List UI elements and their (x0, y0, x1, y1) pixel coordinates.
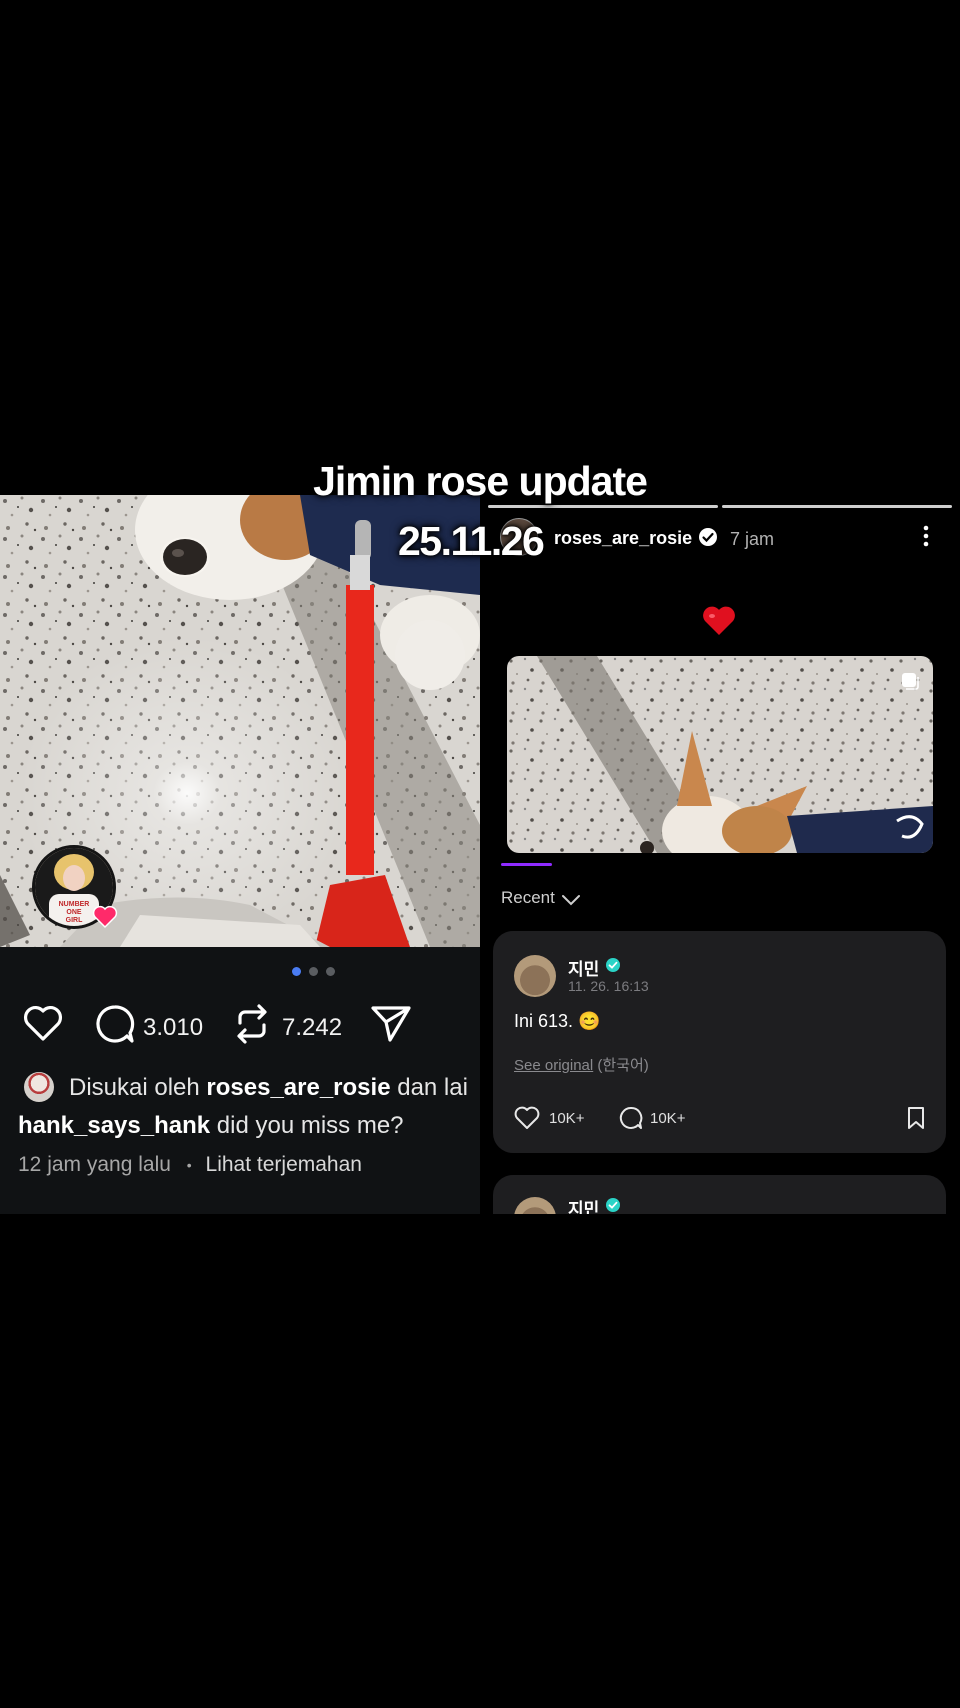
comment-author[interactable]: 지민 (568, 1195, 599, 1214)
post-action-row: 3.010 7.242 (0, 1003, 480, 1053)
see-original-label[interactable]: See original (514, 1057, 593, 1074)
svg-text:ONE: ONE (66, 909, 82, 916)
svg-text:GIRL: GIRL (66, 917, 83, 924)
repost-icon[interactable] (232, 1003, 272, 1050)
liked-prefix: Disukai oleh (69, 1074, 207, 1101)
comment-text: Ini 613. 😊 (514, 1011, 601, 1031)
pager-dot[interactable] (309, 967, 318, 976)
carousel-pager (0, 967, 480, 977)
comment-reply-count: 10K+ (650, 1110, 686, 1127)
comment-author[interactable]: 지민 (568, 955, 599, 980)
heart-emoji (702, 605, 736, 642)
story-post-image[interactable] (507, 656, 933, 853)
right-story-panel: roses_are_rosie 7 jam Recent 지민 11. 26. … (480, 495, 960, 1214)
like-icon[interactable] (514, 1106, 540, 1135)
sort-dropdown[interactable]: Recent (501, 888, 555, 908)
comment-card[interactable]: 지민 (493, 1175, 946, 1214)
liked-by-text: Disukai oleh roses_are_rosie dan lai (69, 1074, 468, 1102)
comment-count: 3.010 (143, 1014, 204, 1041)
bookmark-icon[interactable] (906, 1106, 926, 1135)
pager-dot[interactable] (326, 967, 335, 976)
comment-time: 11. 26. 16:13 (568, 978, 649, 994)
story-username[interactable]: roses_are_rosie (554, 528, 692, 549)
more-options-icon[interactable] (922, 525, 930, 552)
see-original-link[interactable]: See original (한국어) (514, 1054, 649, 1075)
post-meta: 12 jam yang lalu • Lihat terjemahan (18, 1153, 362, 1177)
left-post-panel: NUMBER ONE GIRL 3.010 7.242 Disukai oleh… (0, 495, 480, 1214)
translate-link[interactable]: Lihat terjemahan (206, 1153, 362, 1176)
post-time: 12 jam yang lalu (18, 1153, 171, 1176)
chevron-down-icon[interactable] (562, 893, 580, 911)
story-progress-segment (722, 505, 952, 508)
comment-action-row: 10K+ 10K+ (514, 1106, 926, 1132)
dog-photo-thumbnail (507, 656, 933, 853)
original-language: (한국어) (593, 1057, 649, 1074)
multi-image-icon (900, 671, 920, 696)
verified-badge-icon (605, 1197, 621, 1214)
video-title-overlay: Jimin rose update (313, 458, 648, 504)
comment-card[interactable]: 지민 11. 26. 16:13 Ini 613. 😊 See original… (493, 931, 946, 1153)
post-caption: hank_says_hank did you miss me? (18, 1112, 404, 1140)
comment-avatar[interactable] (514, 955, 556, 997)
story-progress-segment (488, 505, 718, 508)
reply-icon[interactable] (619, 1106, 643, 1135)
repost-count: 7.242 (282, 1014, 343, 1041)
like-icon[interactable] (22, 1003, 64, 1048)
caption-username[interactable]: hank_says_hank (18, 1112, 210, 1139)
meta-separator: • (186, 1157, 192, 1174)
liked-username[interactable]: roses_are_rosie (206, 1074, 390, 1101)
comment-avatar[interactable] (514, 1197, 556, 1214)
liked-suffix: dan lai (390, 1074, 468, 1101)
liked-by-row[interactable]: Disukai oleh roses_are_rosie dan lai (0, 1070, 480, 1106)
verified-badge-icon (698, 527, 718, 552)
comment-like-count: 10K+ (549, 1110, 585, 1127)
comment-icon[interactable] (94, 1003, 136, 1050)
story-heart-icon (92, 905, 118, 934)
image-progress-indicator (501, 863, 552, 866)
share-icon[interactable] (370, 1003, 412, 1048)
pager-dot-active[interactable] (292, 967, 301, 976)
story-time: 7 jam (730, 529, 775, 549)
svg-text:NUMBER: NUMBER (59, 901, 90, 908)
video-date-overlay: 25.11.26 (398, 518, 545, 564)
liked-by-avatar (24, 1072, 54, 1102)
caption-text: did you miss me? (210, 1112, 404, 1139)
verified-badge-icon (605, 957, 621, 978)
